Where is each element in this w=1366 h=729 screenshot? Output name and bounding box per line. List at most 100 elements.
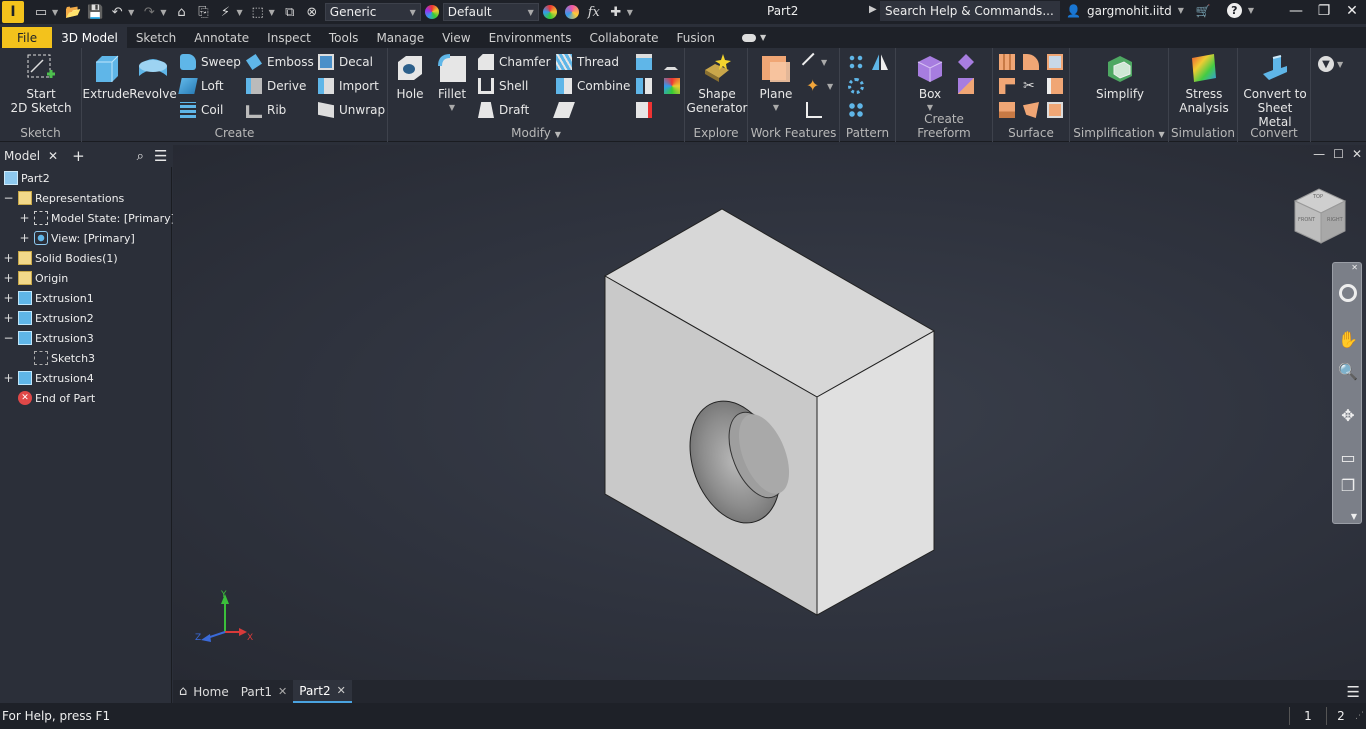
return-icon[interactable]: ⎘ [192, 2, 214, 22]
panel-label-modify[interactable]: Modify ▼ [388, 126, 684, 140]
help-dropdown-arrow[interactable]: ▼ [1248, 6, 1254, 15]
expand-icon[interactable]: + [19, 211, 29, 225]
move-face-button[interactable] [636, 52, 652, 72]
doc-tab-home[interactable]: ⌂ Home [173, 680, 235, 703]
freeform-convert-button[interactable] [958, 76, 974, 96]
clear-appearance-icon[interactable] [561, 2, 583, 22]
username-label[interactable]: gargmohit.iitd [1087, 4, 1172, 18]
stress-analysis-button[interactable]: Stress Analysis [1173, 52, 1235, 115]
tab-sketch[interactable]: Sketch [127, 27, 185, 48]
expand-icon[interactable]: + [3, 271, 13, 285]
tab-view[interactable]: View [433, 27, 479, 48]
orbit-icon[interactable]: ✥ [1338, 405, 1358, 425]
view-face-icon[interactable]: ❐ [1338, 475, 1358, 495]
help-icon[interactable]: ? [1226, 3, 1242, 18]
tree-node-representations[interactable]: − Representations [3, 188, 124, 208]
tree-node-solid-bodies[interactable]: + Solid Bodies(1) [3, 248, 118, 268]
select-dropdown-arrow[interactable]: ▼ [269, 8, 275, 17]
doc-tab-part2[interactable]: Part2 ✕ [293, 680, 352, 703]
tab-inspect[interactable]: Inspect [258, 27, 320, 48]
tree-node-extrusion4[interactable]: + Extrusion4 [3, 368, 94, 388]
freeform-edit-button[interactable] [958, 52, 974, 72]
customize-qat-arrow[interactable]: ▼ [627, 8, 633, 17]
tab-annotate[interactable]: Annotate [185, 27, 258, 48]
new-file-icon[interactable]: ▭ [30, 2, 52, 22]
freeform-box-button[interactable]: Box ▼ [910, 52, 950, 115]
trim-button[interactable] [999, 76, 1015, 96]
simplify-button[interactable]: Simplify [1090, 52, 1150, 101]
patch-button[interactable] [1047, 52, 1063, 72]
properties-icon[interactable]: ⧉ [279, 2, 301, 22]
doc-tab-part1-close-icon[interactable]: ✕ [278, 685, 287, 698]
material-ball-icon[interactable]: ⊗ [301, 2, 323, 22]
update-icon[interactable]: ⚡ [214, 2, 236, 22]
doc-tab-part2-close-icon[interactable]: ✕ [337, 684, 346, 697]
viewcube[interactable]: TOP FRONT RIGHT [1291, 187, 1349, 245]
draft-button[interactable]: Draft [478, 100, 529, 120]
doc-tabs-menu-icon[interactable]: ☰ [1347, 683, 1360, 701]
navbar-close-icon[interactable]: ✕ [1351, 263, 1358, 272]
search-expand-arrow[interactable]: ▶ [869, 4, 877, 15]
delete-face-button[interactable] [636, 100, 652, 120]
repair-button[interactable] [1047, 100, 1063, 120]
restore-icon[interactable]: ❐ [1310, 0, 1338, 22]
expand-icon[interactable]: + [3, 311, 13, 325]
save-icon[interactable]: 💾 [84, 2, 106, 22]
fillet-button[interactable]: Fillet ▼ [432, 52, 472, 115]
redo-icon[interactable]: ↷ [138, 2, 160, 22]
delete-surface-button[interactable]: ✂ [1023, 76, 1039, 96]
inventor-logo-icon[interactable]: I [2, 1, 24, 23]
tree-node-view[interactable]: + View: [Primary] [19, 228, 135, 248]
sculpt-button[interactable] [1023, 52, 1039, 72]
tree-node-extrusion3[interactable]: − Extrusion3 [3, 328, 94, 348]
color-wheel-icon[interactable] [421, 2, 443, 22]
extrude-button[interactable]: Extrude [83, 52, 129, 101]
copy-object-button[interactable] [664, 52, 678, 72]
stitch-button[interactable] [999, 52, 1015, 72]
expand-icon[interactable]: + [3, 291, 13, 305]
derive-button[interactable]: Derive [246, 76, 306, 96]
panel-label-simplification[interactable]: Simplification ▼ [1070, 126, 1168, 140]
unwrap-button[interactable]: Unwrap [318, 100, 385, 120]
user-icon[interactable]: 👤 [1066, 4, 1081, 18]
browser-search-icon[interactable]: ⌕ [137, 149, 144, 164]
navbar-customize-arrow[interactable]: ▼ [1351, 512, 1357, 521]
tab-manage[interactable]: Manage [367, 27, 433, 48]
pan-hand-icon[interactable]: ✋ [1338, 329, 1358, 349]
ribbon-options-button[interactable]: ▼ ▼ [1318, 56, 1343, 72]
fx-parameters-icon[interactable]: fx [583, 2, 605, 22]
tab-collaborate[interactable]: Collaborate [580, 27, 667, 48]
open-folder-icon[interactable]: 📂 [62, 2, 84, 22]
ucs-button[interactable] [806, 100, 822, 120]
status-resize-grip-icon[interactable]: ⋰ [1355, 711, 1364, 721]
browser-menu-icon[interactable]: ☰ [154, 147, 167, 165]
work-point-button[interactable]: ✦ ▼ [806, 76, 833, 96]
thicken-button[interactable] [999, 100, 1015, 120]
split-button[interactable] [636, 76, 652, 96]
doc-tab-part1[interactable]: Part1 ✕ [235, 680, 294, 703]
undo-icon[interactable]: ↶ [106, 2, 128, 22]
collapse-icon[interactable]: − [3, 331, 13, 345]
plane-button[interactable]: Plane ▼ [756, 52, 796, 115]
tab-environments[interactable]: Environments [480, 27, 581, 48]
material-combo[interactable]: Default ▼ [442, 3, 539, 21]
extend-button[interactable] [1047, 76, 1063, 96]
undo-dropdown-arrow[interactable]: ▼ [128, 8, 134, 17]
emboss-button[interactable]: Emboss [246, 52, 314, 72]
coil-button[interactable]: Coil [180, 100, 223, 120]
browser-tab-model[interactable]: Model [0, 149, 44, 163]
adjust-appearance-icon[interactable] [539, 2, 561, 22]
rectangular-pattern-button[interactable] [848, 52, 864, 72]
look-at-icon[interactable]: ▭ [1338, 447, 1358, 467]
tab-file[interactable]: File [2, 27, 53, 48]
close-icon[interactable]: ✕ [1338, 0, 1366, 22]
convert-to-sheet-metal-button[interactable]: Convert to Sheet Metal [1240, 52, 1310, 129]
loft-button[interactable]: Loft [178, 76, 224, 96]
steering-wheel-icon[interactable] [1338, 283, 1358, 303]
combine-button[interactable]: Combine [556, 76, 630, 96]
tree-node-model-state[interactable]: + Model State: [Primary] [19, 208, 175, 228]
replace-face-button[interactable] [664, 76, 680, 96]
thread-button[interactable]: Thread [556, 52, 619, 72]
hole-button[interactable]: Hole [392, 52, 428, 101]
tab-fusion[interactable]: Fusion [668, 27, 724, 48]
